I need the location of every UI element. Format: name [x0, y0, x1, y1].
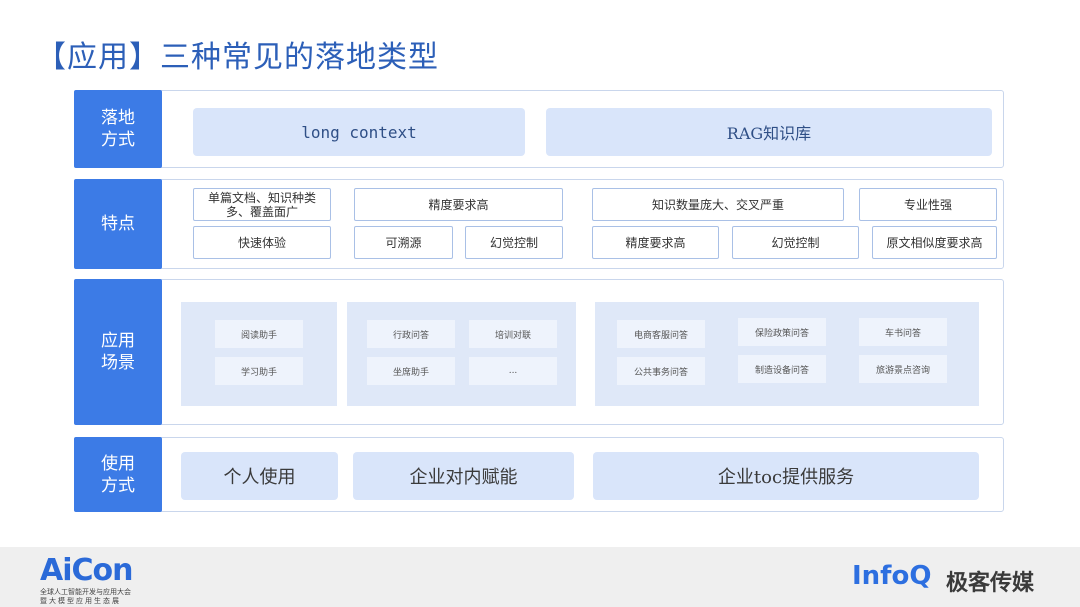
row-deploy: 落地方式 long context RAG知识库 [74, 90, 1004, 168]
row-label-usage: 使用方式 [74, 437, 162, 512]
deploy-long-context: long context [193, 108, 525, 156]
feature-box: 知识数量庞大、交叉严重 [592, 188, 844, 221]
scene-chip: 行政问答 [367, 320, 455, 348]
feature-box: 原文相似度要求高 [872, 226, 997, 259]
scene-chip: 保险政策问答 [738, 318, 826, 346]
aicon-logo: AiCon [40, 553, 133, 588]
row-features: 特点 单篇文档、知识种类多、覆盖面广 快速体验 精度要求高 可溯源 幻觉控制 知… [74, 179, 1004, 269]
scene-chip: 阅读助手 [215, 320, 303, 348]
scene-chip: ... [469, 357, 557, 385]
scene-chip: 车书问答 [859, 318, 947, 346]
feature-box: 单篇文档、知识种类多、覆盖面广 [193, 188, 331, 221]
scene-chip: 学习助手 [215, 357, 303, 385]
feature-box: 精度要求高 [592, 226, 719, 259]
geek-media-logo: 极客传媒 [946, 571, 1035, 596]
row-label-scenes: 应用场景 [74, 279, 162, 425]
row-usage: 使用方式 个人使用 企业对内赋能 企业toc提供服务 [74, 437, 1004, 512]
feature-box: 幻觉控制 [732, 226, 859, 259]
scene-chip: 旅游景点咨询 [859, 355, 947, 383]
scene-chip: 公共事务问答 [617, 357, 705, 385]
feature-box: 专业性强 [859, 188, 997, 221]
row-label-deploy: 落地方式 [74, 90, 162, 168]
usage-personal: 个人使用 [181, 452, 338, 500]
feature-box: 幻觉控制 [465, 226, 563, 259]
scene-group-2: 行政问答 培训对联 坐席助手 ... [347, 302, 576, 406]
scene-chip: 制造设备问答 [738, 355, 826, 383]
aicon-subtitle-2: 暨大模型应用生态展 [40, 597, 121, 605]
usage-enterprise-toc: 企业toc提供服务 [593, 452, 979, 500]
page-title: 【应用】三种常见的落地类型 [36, 40, 439, 75]
feature-box: 精度要求高 [354, 188, 563, 221]
infoq-logo: InfoQ [852, 561, 932, 591]
scene-chip: 电商客服问答 [617, 320, 705, 348]
scene-group-3: 电商客服问答 保险政策问答 车书问答 公共事务问答 制造设备问答 旅游景点咨询 [595, 302, 979, 406]
scene-group-1: 阅读助手 学习助手 [181, 302, 337, 406]
scene-chip: 坐席助手 [367, 357, 455, 385]
usage-enterprise-internal: 企业对内赋能 [353, 452, 574, 500]
row-label-features: 特点 [74, 179, 162, 269]
feature-box: 可溯源 [354, 226, 453, 259]
scene-chip: 培训对联 [469, 320, 557, 348]
feature-box: 快速体验 [193, 226, 331, 259]
row-scenes: 应用场景 阅读助手 学习助手 行政问答 培训对联 坐席助手 ... 电商客服问答… [74, 279, 1004, 425]
deploy-rag: RAG知识库 [546, 108, 992, 156]
